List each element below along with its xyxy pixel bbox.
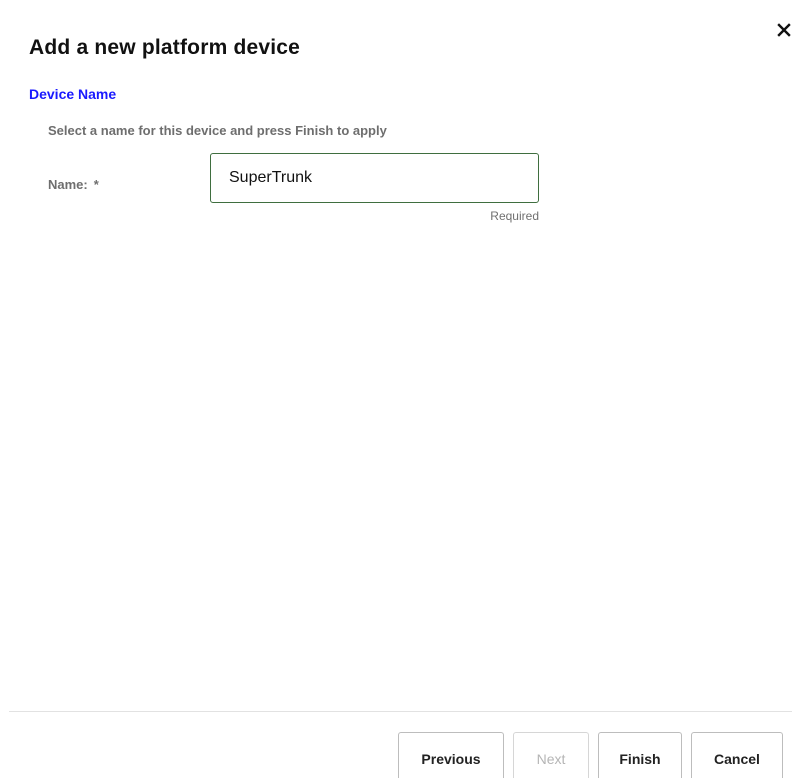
device-name-step-link[interactable]: Device Name: [29, 86, 116, 102]
finish-button[interactable]: Finish: [598, 732, 682, 778]
footer-divider: [9, 711, 792, 712]
name-label-text: Name:: [48, 177, 88, 192]
dialog-title: Add a new platform device: [29, 36, 301, 59]
name-field-label: Name: *: [48, 177, 99, 192]
required-hint: Required: [490, 209, 539, 223]
previous-button[interactable]: Previous: [398, 732, 504, 778]
cancel-button[interactable]: Cancel: [691, 732, 783, 778]
close-icon: [777, 23, 791, 37]
required-marker: *: [93, 177, 99, 192]
close-button[interactable]: [776, 20, 792, 40]
add-platform-device-dialog: Add a new platform device Device Name Se…: [0, 0, 792, 778]
next-button[interactable]: Next: [513, 732, 589, 778]
device-name-input[interactable]: [210, 153, 539, 203]
instructions-text: Select a name for this device and press …: [48, 123, 387, 138]
